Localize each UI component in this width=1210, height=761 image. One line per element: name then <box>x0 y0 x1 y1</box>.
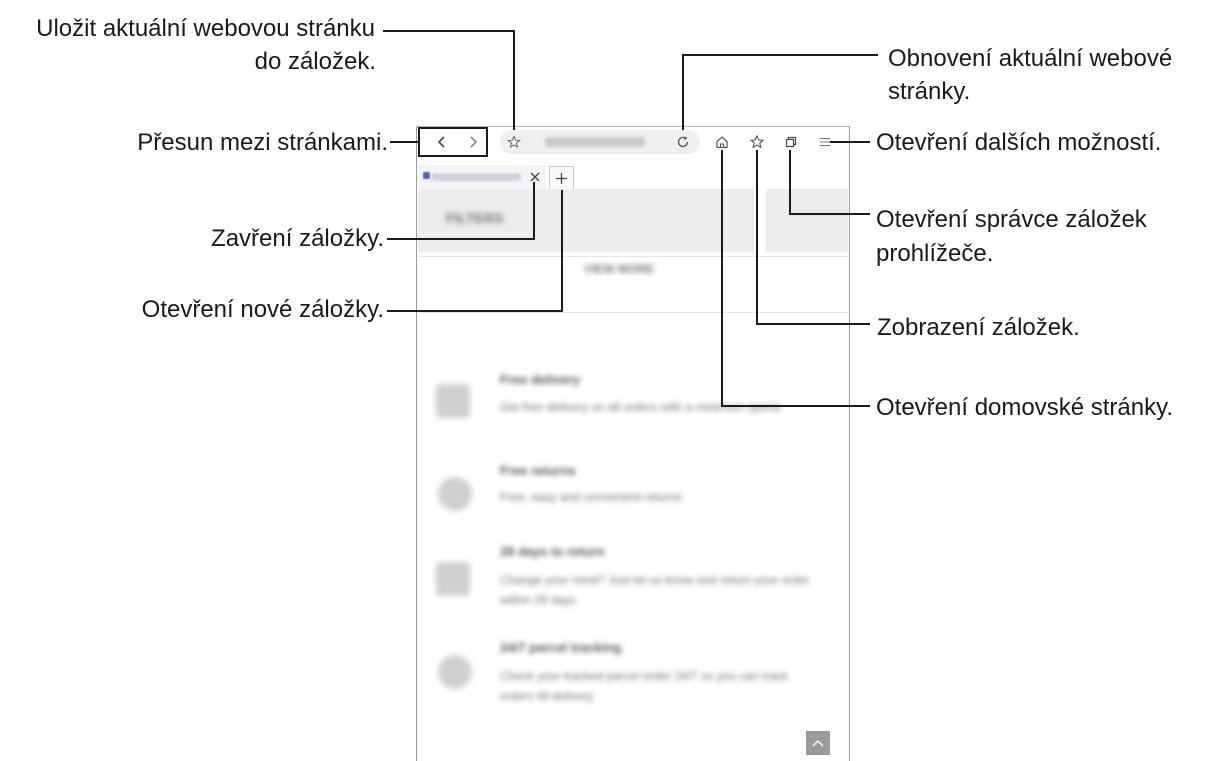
calendar-icon <box>436 562 470 596</box>
back-icon <box>437 136 445 148</box>
close-icon <box>530 172 540 182</box>
leader-line <box>756 150 758 325</box>
leader-line <box>722 405 870 407</box>
leader-line <box>682 54 684 130</box>
feature-title: Free returns <box>500 463 576 478</box>
bookmarks-button[interactable] <box>747 132 767 152</box>
leader-line <box>390 141 419 143</box>
leader-line <box>721 150 723 407</box>
plus-icon <box>556 173 567 184</box>
leader-line <box>387 238 535 240</box>
tabs-icon <box>785 136 797 148</box>
leader-line <box>513 30 515 130</box>
leader-line <box>387 310 563 312</box>
callout-home: Otevření domovské stránky. <box>876 394 1173 421</box>
address-bar-url <box>545 137 645 147</box>
tab-favicon <box>423 172 430 179</box>
tab-manager-button[interactable] <box>781 132 801 152</box>
leader-line <box>830 141 870 143</box>
filters-label[interactable]: FILTERS <box>446 210 503 226</box>
callout-new-tab: Otevření nové záložky. <box>141 296 384 323</box>
feature-description: Check your tracked parcel order 24/7 so … <box>500 669 789 703</box>
leader-line <box>533 182 535 240</box>
leader-line <box>561 190 563 312</box>
feature-description: Change your mind? Just let us know and r… <box>500 573 810 607</box>
close-tab-button[interactable] <box>525 167 545 187</box>
home-icon <box>716 136 728 149</box>
refresh-button[interactable] <box>673 132 693 152</box>
home-button[interactable] <box>712 132 732 152</box>
chevron-up-icon <box>812 740 824 747</box>
bookmarks-icon <box>749 134 765 149</box>
feature-title: 24/7 parcel tracking <box>500 640 622 655</box>
forward-icon <box>470 136 478 148</box>
callout-tab-manager-line2: prohlížeče. <box>876 240 994 267</box>
callout-save-bookmark-line1: Uložit aktuální webovou stránku <box>36 15 375 42</box>
leader-line <box>790 213 870 215</box>
feature-title: Free delivery <box>500 372 581 387</box>
callout-close-tab: Zavření záložky. <box>211 225 384 252</box>
callout-bookmarks: Zobrazení záložek. <box>877 314 1080 341</box>
leader-line <box>383 30 514 32</box>
star-icon <box>507 135 521 149</box>
feature-description: Free, easy and convenient returns <box>500 490 683 504</box>
leader-line <box>682 54 878 56</box>
feature-description: Get free delivery on all orders with a m… <box>500 400 781 414</box>
tab-title <box>431 173 521 181</box>
scroll-to-top-button[interactable] <box>806 731 830 755</box>
callout-save-bookmark-line2: do záložek. <box>254 48 376 75</box>
callout-tab-manager-line1: Otevření správce záložek <box>876 206 1147 233</box>
returns-icon <box>438 477 472 511</box>
feature-title: 28 days to return <box>500 544 605 559</box>
refresh-icon <box>677 136 689 148</box>
callout-refresh-line2: stránky. <box>888 78 971 105</box>
callout-navigate: Přesun mezi stránkami. <box>137 129 388 156</box>
callout-refresh-line1: Obnovení aktuální webové <box>888 45 1173 72</box>
tracking-icon <box>438 655 472 689</box>
leader-line <box>789 150 791 215</box>
view-more-label[interactable]: VIEW MORE <box>584 262 654 276</box>
divider <box>418 312 848 313</box>
new-tab-button[interactable] <box>549 166 574 191</box>
add-bookmark-button[interactable] <box>504 132 524 152</box>
divider <box>418 256 848 257</box>
callout-more-options: Otevření dalších možností. <box>876 129 1162 156</box>
delivery-icon <box>436 384 470 418</box>
back-button[interactable] <box>432 132 452 152</box>
forward-button[interactable] <box>463 132 483 152</box>
leader-line <box>757 323 870 325</box>
